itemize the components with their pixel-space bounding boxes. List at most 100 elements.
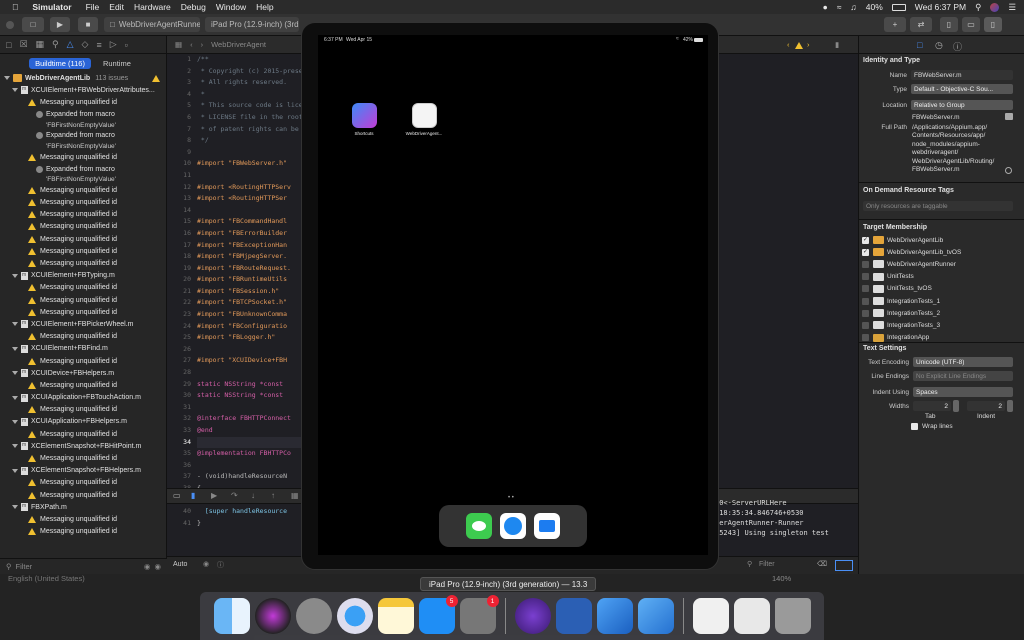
issue-warning-row[interactable]: Messaging unqualified id (0, 477, 166, 489)
reveal-in-finder-icon[interactable] (1005, 167, 1012, 174)
checkbox-unchecked-icon[interactable] (862, 273, 869, 281)
menu-clock[interactable]: Wed 6:37 PM (915, 2, 966, 12)
target-row[interactable]: IntegrationTests_2 (862, 307, 1022, 319)
disclosure-triangle-icon[interactable] (12, 505, 18, 510)
app-shortcuts[interactable]: Shortcuts (339, 103, 389, 136)
app-store-icon[interactable]: 5 (418, 595, 458, 634)
issue-warning-row[interactable]: Messaging unqualified id (0, 221, 166, 233)
checkbox-checked-icon[interactable]: ✓ (862, 248, 869, 256)
disclosure-triangle-icon[interactable] (12, 395, 18, 400)
disclosure-triangle-icon[interactable] (12, 444, 18, 449)
issue-warning-row[interactable]: Messaging unqualified id (0, 379, 166, 391)
checkbox-unchecked-icon[interactable] (862, 260, 869, 268)
siri-icon[interactable] (990, 2, 1000, 12)
reveal-folder-icon[interactable] (1005, 113, 1013, 120)
name-field[interactable]: FBWebServer.m (911, 70, 1013, 80)
location-select[interactable]: Relative to Group (911, 100, 1013, 110)
continue-icon[interactable]: ▶ (211, 491, 217, 500)
battery-percent[interactable]: 40% (866, 2, 883, 12)
run-button[interactable]: ▶ (50, 17, 70, 32)
issue-warning-row[interactable]: Messaging unqualified id (0, 233, 166, 245)
checkbox-icon[interactable] (911, 423, 918, 430)
issue-warning-row[interactable]: Messaging unqualified id (0, 355, 166, 367)
menu-edit[interactable]: Edit (109, 2, 124, 12)
filter-field[interactable]: Filter (16, 562, 33, 571)
issue-warning-row[interactable]: Messaging unqualified id (0, 452, 166, 464)
warning-nav-next-icon[interactable]: › (807, 40, 810, 49)
trash-icon[interactable] (774, 598, 811, 634)
issue-warning-row[interactable]: Messaging unqualified id (0, 428, 166, 440)
disclosure-triangle-icon[interactable] (12, 273, 18, 278)
itunes-document-icon[interactable] (692, 598, 729, 634)
issue-warning-row[interactable]: Messaging unqualified id (0, 404, 166, 416)
safari-icon[interactable] (336, 598, 373, 634)
help-inspector-icon[interactable]: ⓘ (953, 40, 962, 53)
disclosure-triangle-icon[interactable] (12, 419, 18, 424)
breadcrumb[interactable]: WebDriverAgent (211, 40, 266, 49)
console-filter-field[interactable]: Filter (759, 561, 775, 568)
code-review-button[interactable]: ⇄ (910, 17, 932, 32)
safari-icon[interactable] (500, 513, 526, 539)
issue-file-row[interactable]: XCUIElement+FBTyping.m (0, 270, 166, 282)
filter-scope-icon[interactable]: ◉ (154, 562, 161, 571)
disclosure-triangle-icon[interactable] (12, 322, 18, 327)
test-navigator-icon[interactable]: ◇ (82, 39, 89, 50)
target-row[interactable]: IntegrationTests_1 (862, 295, 1022, 307)
disclosure-triangle-icon[interactable] (12, 346, 18, 351)
menu-hardware[interactable]: Hardware (134, 2, 171, 12)
disclosure-triangle-icon[interactable] (12, 88, 18, 93)
menu-window[interactable]: Window (216, 2, 246, 12)
wrap-lines-checkbox[interactable]: Wrap lines (911, 423, 953, 430)
apple-menu-icon[interactable]:  (12, 2, 18, 12)
report-navigator-icon[interactable]: ▫ (125, 40, 128, 50)
back-icon[interactable]: ‹ (190, 40, 193, 49)
show-debug-area-button[interactable]: ▭ (962, 17, 980, 32)
stop-button[interactable]: ■ (78, 17, 98, 32)
console-output[interactable]: 00<-ServerURLHere 18:35:34.846746+0530 ve… (715, 498, 855, 548)
ipad-screen[interactable]: 6:37 PM Wed Apr 15 ≈ 42% Shortcuts WebDr… (318, 35, 708, 555)
step-out-icon[interactable]: ↑ (271, 491, 275, 500)
variables-scope-select[interactable]: Auto (173, 561, 187, 568)
issue-warning-row[interactable]: Messaging unqualified id (0, 306, 166, 318)
issue-warning-row[interactable]: Messaging unqualified id (0, 96, 166, 108)
issue-file-row[interactable]: XCUIElement+FBWebDriverAttributes... (0, 84, 166, 96)
issue-navigator-icon[interactable]: △ (67, 39, 74, 50)
disclosure-triangle-icon[interactable] (12, 371, 18, 376)
filter-options-icon[interactable]: ◉ (144, 562, 151, 571)
device-selector[interactable]: iPad Pro (12.9-inch) (3rd gene (205, 17, 299, 32)
line-endings-select[interactable]: No Explicit Line Endings (913, 371, 1013, 381)
tab-buildtime[interactable]: Buildtime (116) (29, 57, 91, 69)
menu-file[interactable]: File (86, 2, 100, 12)
target-row[interactable]: UnitTests (862, 271, 1022, 283)
view-hierarchy-icon[interactable]: ▦ (291, 491, 299, 500)
close-window-button[interactable] (6, 21, 14, 29)
menu-debug[interactable]: Debug (181, 2, 206, 12)
find-navigator-icon[interactable]: ⚲ (52, 39, 59, 50)
disclosure-triangle-icon[interactable] (12, 468, 18, 473)
issue-warning-row[interactable]: Messaging unqualified id (0, 331, 166, 343)
symbol-navigator-icon[interactable]: ▦ (36, 39, 45, 50)
issue-file-row[interactable]: XCUIApplication+FBHelpers.m (0, 416, 166, 428)
disclosure-triangle-icon[interactable] (4, 76, 10, 81)
issue-note-row[interactable]: Expanded from macro (0, 163, 166, 175)
siri-icon[interactable] (254, 598, 291, 634)
info-icon[interactable]: ⓘ (217, 560, 224, 570)
add-library-button[interactable]: + (884, 17, 906, 32)
issue-file-row[interactable]: XCElementSnapshot+FBHelpers.m (0, 465, 166, 477)
issue-warning-row[interactable]: Messaging unqualified id (0, 245, 166, 257)
breakpoints-toggle-icon[interactable]: ▮ (191, 491, 195, 500)
forward-icon[interactable]: › (201, 40, 204, 49)
project-navigator-icon[interactable]: □ (6, 40, 11, 50)
word-icon[interactable] (555, 598, 592, 634)
tab-width-field[interactable]: 2 (913, 401, 951, 411)
finder-icon[interactable] (213, 598, 250, 634)
volume-icon[interactable]: ♫ (850, 2, 856, 12)
split-console-icon[interactable] (835, 560, 853, 571)
keyboard-document-icon[interactable] (733, 598, 770, 634)
target-row[interactable]: WebDriverAgentRunner (862, 258, 1022, 270)
checkbox-unchecked-icon[interactable] (862, 334, 869, 342)
issue-warning-row[interactable]: Messaging unqualified id (0, 184, 166, 196)
trash-icon[interactable]: ⌫ (817, 560, 827, 568)
step-into-icon[interactable]: ↓ (251, 491, 255, 500)
debug-navigator-icon[interactable]: ≡ (96, 40, 101, 50)
